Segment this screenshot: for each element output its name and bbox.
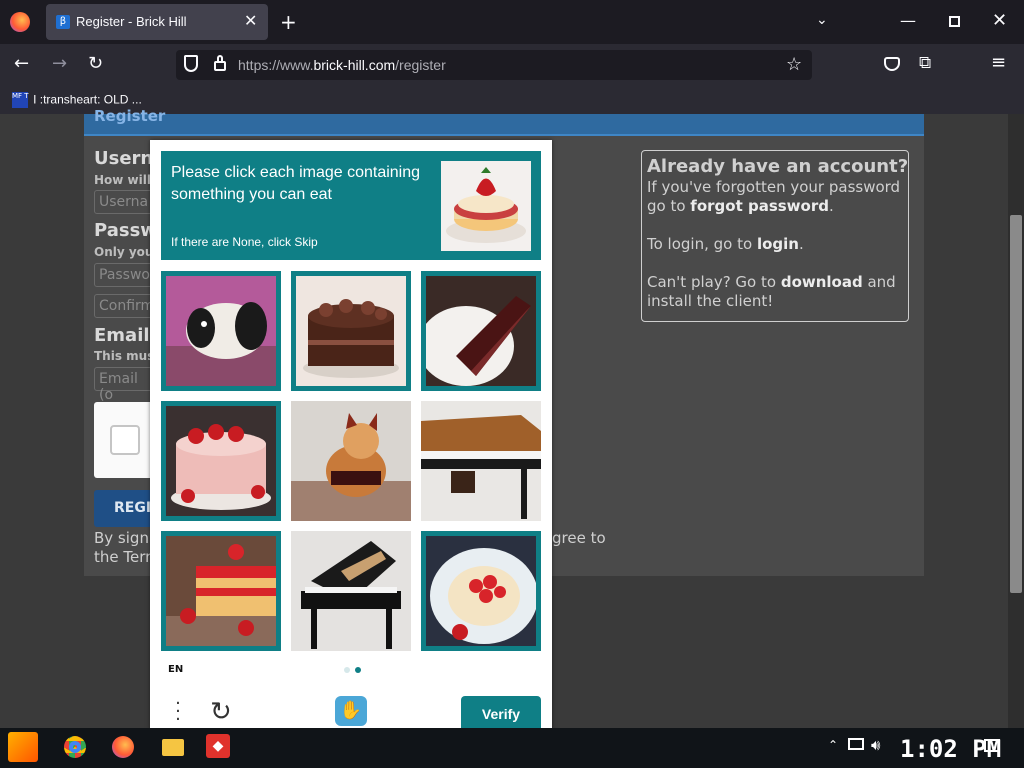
captcha-prompt: Please click each image containing somet… xyxy=(161,151,541,260)
url-text[interactable]: https://www.brick-hill.com/register xyxy=(238,57,446,73)
bookmark-label: I :transheart: OLD ... xyxy=(33,92,142,107)
close-window-icon[interactable]: ✕ xyxy=(992,12,1007,30)
email-hint: This mus xyxy=(94,349,155,363)
scrollbar-thumb[interactable] xyxy=(1010,215,1022,593)
menu-icon[interactable]: ≡ xyxy=(991,54,1006,72)
url-prefix: https://www. xyxy=(238,57,314,73)
page-title: Register xyxy=(94,107,166,125)
restore-icon[interactable] xyxy=(949,16,960,27)
forward-icon[interactable]: → xyxy=(52,55,67,73)
login-post: . xyxy=(798,235,804,253)
verify-button[interactable]: Verify xyxy=(461,696,541,732)
login-pre: To login, go to xyxy=(647,235,757,253)
page-dot-2 xyxy=(355,667,361,673)
terms-text-line2: the Tern xyxy=(94,548,155,566)
email-label: Email xyxy=(94,325,150,346)
register-button[interactable]: REGIS xyxy=(94,490,154,527)
tab-title: Register - Brick Hill xyxy=(76,14,187,29)
download-link[interactable]: download xyxy=(781,273,863,291)
bookmark-favicon: MF T xyxy=(12,91,29,108)
captcha-tile-piano[interactable] xyxy=(421,401,541,521)
new-tab-icon[interactable]: + xyxy=(280,12,297,32)
captcha-tile-strawberry-cake[interactable] xyxy=(161,401,281,521)
forgot-text: If you've forgotten your password go to … xyxy=(647,178,903,216)
more-options-icon[interactable]: · · · xyxy=(175,695,181,729)
play-pre: Can't play? Go to xyxy=(647,273,781,291)
captcha-tile-panda[interactable] xyxy=(161,271,281,391)
shield-icon[interactable] xyxy=(184,55,198,72)
lock-shackle-icon xyxy=(217,55,223,63)
password-label: Passw xyxy=(94,220,157,241)
extensions-icon[interactable]: ⧉ xyxy=(919,55,931,72)
captcha-skip-hint: If there are None, click Skip xyxy=(171,235,318,249)
username-hint: How will xyxy=(94,173,151,187)
url-domain: brick-hill.com xyxy=(313,57,396,73)
username-label: Usern xyxy=(94,148,154,169)
login-link[interactable]: login xyxy=(757,235,799,253)
confirm-password-field[interactable]: Confirm xyxy=(94,294,154,318)
hcaptcha-logo-icon: ✋ xyxy=(335,696,367,726)
password-hint: Only you xyxy=(94,245,154,259)
firefox-view-icon[interactable] xyxy=(10,12,30,32)
captcha-tile-grand-piano[interactable] xyxy=(291,531,411,651)
example-image xyxy=(441,161,531,251)
captcha-tile-strawberry-layer-cake[interactable] xyxy=(161,531,281,651)
bookmark-star-icon[interactable]: ☆ xyxy=(786,56,802,74)
card-header: Register xyxy=(84,107,924,136)
start-button-icon[interactable] xyxy=(8,732,38,762)
captcha-tile-strawberry-cheesecake[interactable] xyxy=(421,531,541,651)
captcha-checkbox[interactable] xyxy=(110,425,140,455)
terms-text-start: By signi xyxy=(94,529,154,547)
password-field[interactable]: Passwo xyxy=(94,263,154,287)
captcha-tile-chocolate-cake-slice[interactable] xyxy=(421,271,541,391)
download-text: Can't play? Go to download and install t… xyxy=(647,273,903,311)
refresh-icon[interactable]: ↻ xyxy=(210,697,232,727)
file-explorer-icon[interactable] xyxy=(162,739,184,756)
url-path: /register xyxy=(395,57,446,73)
network-icon[interactable] xyxy=(848,738,864,750)
captcha-tile-chocolate-cake[interactable] xyxy=(291,271,411,391)
already-have-account-box: Already have an account? If you've forgo… xyxy=(641,150,909,322)
email-field[interactable]: Email (o xyxy=(94,367,154,403)
url-bar[interactable]: https://www.brick-hill.com/register ☆ xyxy=(176,50,812,80)
terms-text-end: gree to xyxy=(552,529,606,547)
captcha-prompt-text: Please click each image containing somet… xyxy=(171,164,421,203)
chrome-taskbar-icon[interactable] xyxy=(64,736,86,758)
close-tab-icon[interactable]: ✕ xyxy=(244,11,257,30)
forgot-post: . xyxy=(828,197,834,215)
forgot-password-link[interactable]: forgot password xyxy=(690,197,829,215)
captcha-tile-cat[interactable] xyxy=(291,401,411,521)
back-icon[interactable]: ← xyxy=(14,55,29,73)
account-title: Already have an account? xyxy=(647,156,909,177)
login-text: To login, go to login. xyxy=(647,235,903,254)
bookmark-item[interactable]: MF T I :transheart: OLD ... xyxy=(12,89,142,109)
brickhill-favicon: β xyxy=(56,15,70,29)
language-selector[interactable]: EN xyxy=(168,664,183,675)
reload-icon[interactable]: ↻ xyxy=(88,55,103,73)
firefox-taskbar-icon[interactable] xyxy=(112,736,134,758)
notifications-icon[interactable] xyxy=(984,739,1000,752)
volume-icon[interactable]: 🔊︎ xyxy=(871,736,880,754)
show-hidden-icons[interactable]: ⌃ xyxy=(828,738,838,752)
page-dot-1 xyxy=(344,667,350,673)
list-all-tabs-icon[interactable]: ⌄ xyxy=(816,13,828,27)
app-taskbar-icon[interactable]: ◆ xyxy=(206,734,230,758)
minimize-icon[interactable]: — xyxy=(900,13,916,29)
tab-register[interactable]: β Register - Brick Hill ✕ xyxy=(46,4,268,40)
username-field[interactable]: Userna xyxy=(94,190,154,214)
